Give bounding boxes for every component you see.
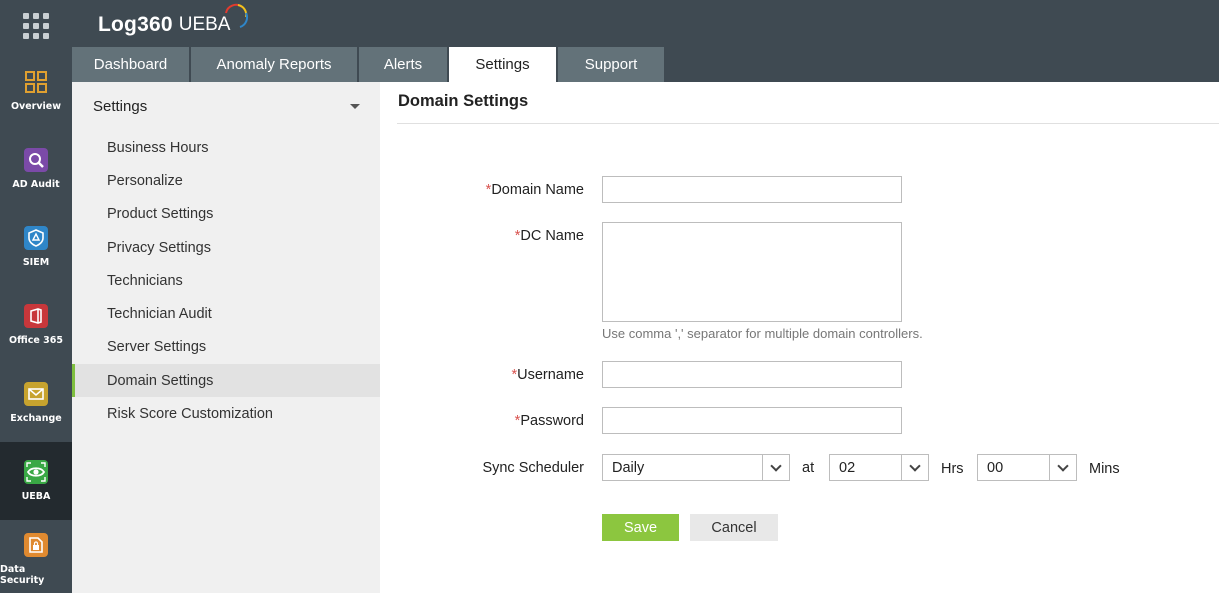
save-button[interactable]: Save [602,514,679,541]
ueba-icon [24,460,48,484]
domain-name-label-text: Domain Name [491,182,584,198]
menu-item-technician-audit[interactable]: Technician Audit [72,297,380,330]
menu-item-label: Business Hours [107,139,209,156]
rail-label: Data Security [0,563,45,586]
tab-label: Support [584,56,638,73]
menu-item-personalize[interactable]: Personalize [72,164,380,197]
page-title: Domain Settings [398,92,529,110]
rail-item-ad-audit[interactable]: AD Audit [0,130,72,208]
rail-item-ueba[interactable]: UEBA [0,442,72,520]
rail-item-data-security[interactable]: Data Security [0,520,72,593]
caret-down-icon [350,103,360,109]
logo-sub-text: UEBA [178,14,231,35]
menu-item-label: Domain Settings [107,372,214,389]
logo-main-text: Log360 [98,13,173,36]
password-input[interactable] [602,407,902,434]
rail-label: SIEM [22,257,50,268]
rail-item-exchange[interactable]: Exchange [0,364,72,442]
tab-label: Alerts [383,56,423,73]
rail-label: Office 365 [9,335,63,346]
hrs-label: Hrs [941,461,964,477]
settings-panel-title: Settings [93,97,148,115]
tab-label: Anomaly Reports [216,56,332,73]
dc-name-hint: Use comma ',' separator for multiple dom… [602,326,923,341]
chevron-down-icon [1049,455,1076,480]
settings-panel-header[interactable]: Settings [72,82,380,130]
settings-menu: Business Hours Personalize Product Setti… [72,131,380,431]
menu-item-business-hours[interactable]: Business Hours [72,131,380,164]
rail-item-overview[interactable]: Overview [0,52,72,130]
chevron-down-icon [901,455,928,480]
domain-name-label: *Domain Name [486,182,584,198]
menu-item-label: Technician Audit [107,306,212,323]
username-label-text: Username [517,367,584,383]
at-label: at [802,460,815,476]
password-label: *Password [515,413,584,429]
sync-scheduler-label: Sync Scheduler [482,460,584,476]
menu-item-label: Risk Score Customization [107,406,273,423]
office365-icon [24,304,48,328]
dc-name-label: *DC Name [515,228,584,244]
chevron-down-icon [762,455,789,480]
cancel-button[interactable]: Cancel [690,514,778,541]
settings-side-panel: Settings Business Hours Personalize Prod… [72,82,380,593]
logo-arc-icon [225,3,249,28]
password-label-text: Password [520,413,584,429]
hours-value: 02 [839,459,856,476]
dc-name-label-text: DC Name [520,228,584,244]
hours-select[interactable]: 02 [829,454,929,481]
rail-label: Exchange [10,413,62,424]
menu-item-label: Product Settings [107,206,214,223]
tab-alerts[interactable]: Alerts [359,47,447,82]
exchange-icon [24,382,48,406]
main-tabs: Dashboard Anomaly Reports Alerts Setting… [72,47,666,82]
tab-anomaly-reports[interactable]: Anomaly Reports [191,47,357,82]
tab-support[interactable]: Support [558,47,664,82]
rail-label: Overview [10,101,62,112]
username-label: *Username [511,367,584,383]
ad-audit-icon [24,148,48,172]
rail-item-siem[interactable]: SIEM [0,208,72,286]
frequency-value: Daily [612,459,645,476]
menu-item-label: Privacy Settings [107,239,211,256]
minutes-value: 00 [987,459,1004,476]
app-grid-button[interactable] [0,0,72,52]
rail-item-office365[interactable]: Office 365 [0,286,72,364]
app-rail: Overview AD Audit SIEM Office 365 Exchan… [0,0,72,593]
title-divider [397,123,1219,124]
product-logo[interactable]: Log360 UEBA [98,3,250,40]
tab-label: Settings [475,56,530,73]
menu-item-label: Server Settings [107,339,207,356]
menu-item-risk-score-customization[interactable]: Risk Score Customization [72,397,380,430]
mins-label: Mins [1089,461,1120,477]
dc-name-textarea[interactable] [602,222,902,322]
tab-settings[interactable]: Settings [449,47,556,82]
menu-item-technicians[interactable]: Technicians [72,264,380,297]
menu-item-product-settings[interactable]: Product Settings [72,198,380,231]
tab-label: Dashboard [93,56,168,73]
rail-label: UEBA [21,491,51,502]
app-grid-icon [23,13,49,39]
siem-icon [24,226,48,250]
tab-dashboard[interactable]: Dashboard [72,47,189,82]
data-security-icon [24,532,48,557]
minutes-select[interactable]: 00 [977,454,1077,481]
top-header: Log360 UEBA Dashboard Anomaly Reports Al… [72,0,1219,82]
username-input[interactable] [602,361,902,388]
rail-label: AD Audit [12,179,60,190]
menu-item-label: Technicians [107,272,183,289]
menu-item-privacy-settings[interactable]: Privacy Settings [72,231,380,264]
main-content: Domain Settings *Domain Name *DC Name Us… [380,82,1219,593]
frequency-select[interactable]: Daily [602,454,790,481]
overview-icon [24,70,48,94]
menu-item-server-settings[interactable]: Server Settings [72,331,380,364]
domain-name-input[interactable] [602,176,902,203]
menu-item-domain-settings[interactable]: Domain Settings [72,364,380,398]
menu-item-label: Personalize [107,172,183,189]
